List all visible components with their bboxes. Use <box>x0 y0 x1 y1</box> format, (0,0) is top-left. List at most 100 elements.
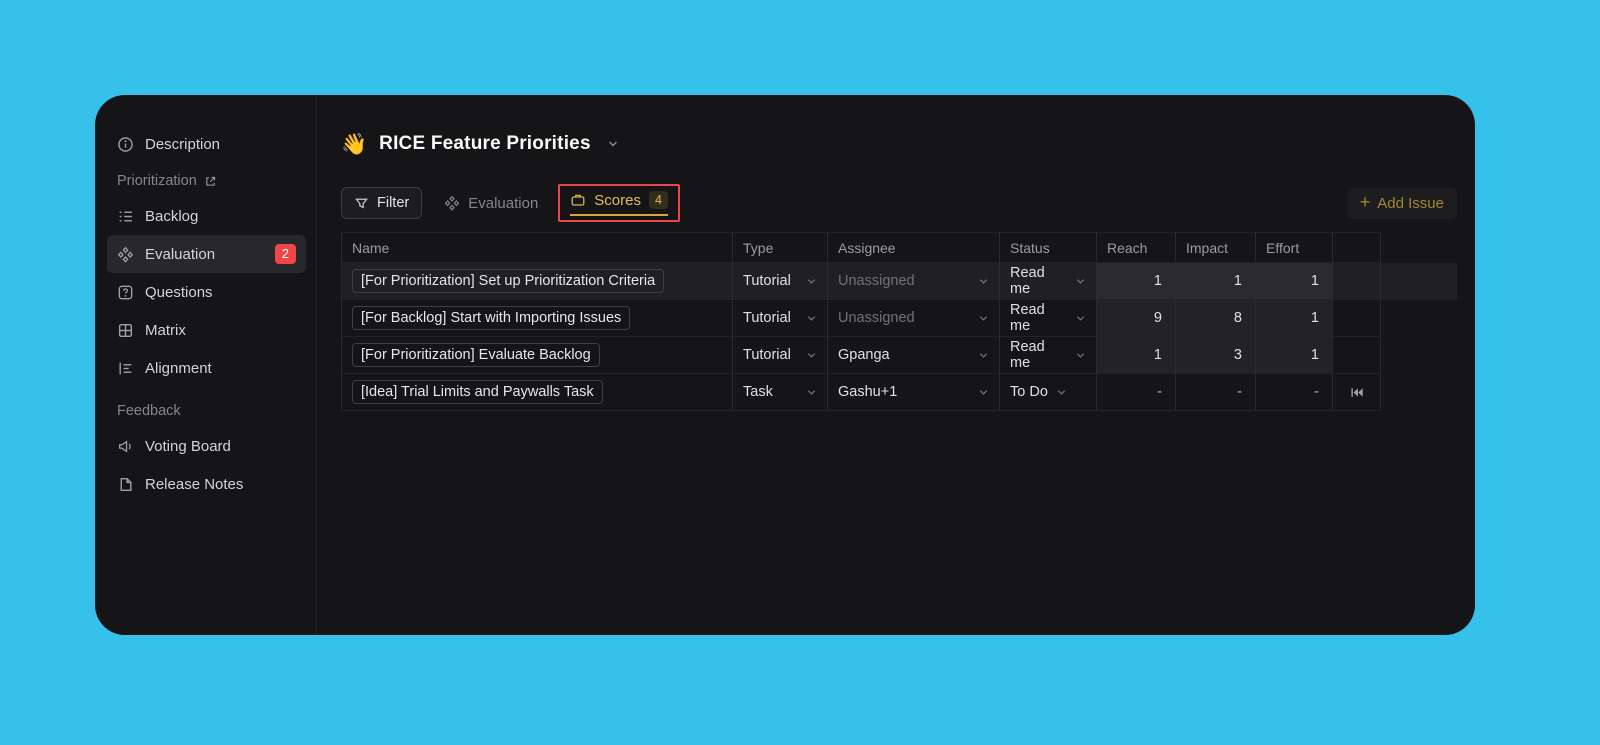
sidebar-item-matrix[interactable]: Matrix <box>107 311 306 349</box>
external-link-icon <box>204 175 217 188</box>
title-chevron-down-icon[interactable] <box>607 138 619 150</box>
chevron-down-icon <box>1056 387 1067 398</box>
chevron-down-icon <box>978 276 989 287</box>
type-value: Tutorial <box>743 273 791 289</box>
sidebar-item-description[interactable]: Description <box>107 125 306 163</box>
table-row: [For Prioritization] Set up Prioritizati… <box>341 263 1457 300</box>
evaluation-count-badge: 2 <box>275 244 296 264</box>
sidebar-item-label: Alignment <box>145 360 212 377</box>
tab-evaluation[interactable]: Evaluation <box>444 195 538 212</box>
issue-name-field[interactable]: [For Backlog] Start with Importing Issue… <box>352 306 630 330</box>
col-status-header: Status <box>1000 232 1097 263</box>
filter-button[interactable]: Filter <box>341 187 422 219</box>
chevron-down-icon <box>978 387 989 398</box>
chevron-down-icon <box>806 313 817 324</box>
sidebar-item-label: Description <box>145 136 220 153</box>
name-cell: [For Prioritization] Set up Prioritizati… <box>341 263 733 300</box>
type-select[interactable]: Tutorial <box>733 337 828 374</box>
impact-cell[interactable]: - <box>1176 374 1256 411</box>
chevron-down-icon <box>806 387 817 398</box>
assignee-select[interactable]: Gashu+1 <box>828 374 1000 411</box>
reach-cell[interactable]: 1 <box>1097 263 1176 300</box>
evaluation-diamonds-icon <box>444 195 460 211</box>
megaphone-icon <box>117 438 134 455</box>
sidebar-item-label: Matrix <box>145 322 186 339</box>
effort-cell[interactable]: 1 <box>1256 300 1333 337</box>
sidebar-item-release-notes[interactable]: Release Notes <box>107 465 306 503</box>
filter-funnel-icon <box>354 196 369 211</box>
add-issue-button[interactable]: + Add Issue <box>1347 188 1457 219</box>
status-select[interactable]: Read me <box>1000 337 1097 374</box>
impact-cell[interactable]: 3 <box>1176 337 1256 374</box>
chevron-down-icon <box>1075 350 1086 361</box>
question-icon <box>117 284 134 301</box>
row-spacer <box>1381 374 1457 411</box>
status-value: Read me <box>1010 265 1067 297</box>
impact-cell[interactable]: 1 <box>1176 263 1256 300</box>
skip-to-start-icon[interactable] <box>1348 384 1365 401</box>
alignment-icon <box>117 360 134 377</box>
status-select[interactable]: Read me <box>1000 300 1097 337</box>
issue-name-field[interactable]: [For Prioritization] Set up Prioritizati… <box>352 269 664 293</box>
issue-name-field[interactable]: [Idea] Trial Limits and Paywalls Task <box>352 380 603 404</box>
reach-cell[interactable]: 1 <box>1097 337 1176 374</box>
col-type-header: Type <box>733 232 828 263</box>
type-select[interactable]: Tutorial <box>733 300 828 337</box>
status-select[interactable]: To Do <box>1000 374 1097 411</box>
type-value: Task <box>743 384 773 400</box>
col-actions-header <box>1333 232 1381 263</box>
row-actions-cell <box>1333 374 1381 411</box>
tab-evaluation-label: Evaluation <box>468 195 538 212</box>
effort-cell[interactable]: - <box>1256 374 1333 411</box>
type-value: Tutorial <box>743 347 791 363</box>
row-actions-cell <box>1333 300 1381 337</box>
impact-cell[interactable]: 8 <box>1176 300 1256 337</box>
tab-scores[interactable]: Scores 4 <box>570 191 668 216</box>
type-select[interactable]: Task <box>733 374 828 411</box>
sidebar-item-label: Voting Board <box>145 438 231 455</box>
reach-cell[interactable]: 9 <box>1097 300 1176 337</box>
chevron-down-icon <box>806 276 817 287</box>
grid-icon <box>117 322 134 339</box>
assignee-value: Gpanga <box>838 347 890 363</box>
col-assignee-header: Assignee <box>828 232 1000 263</box>
effort-cell[interactable]: 1 <box>1256 337 1333 374</box>
name-cell: [Idea] Trial Limits and Paywalls Task <box>341 374 733 411</box>
status-select[interactable]: Read me <box>1000 263 1097 300</box>
assignee-select[interactable]: Unassigned <box>828 300 1000 337</box>
page-title: RICE Feature Priorities <box>379 133 591 155</box>
sidebar-item-backlog[interactable]: Backlog <box>107 197 306 235</box>
sidebar-section-feedback: Feedback <box>107 395 306 427</box>
tab-scores-label: Scores <box>594 192 641 209</box>
sidebar-item-questions[interactable]: Questions <box>107 273 306 311</box>
row-spacer <box>1381 337 1457 374</box>
reach-cell[interactable]: - <box>1097 374 1176 411</box>
briefcase-icon <box>570 192 586 208</box>
toolbar: Filter Evaluation Scores 4 + <box>341 184 1457 222</box>
col-name-header: Name <box>341 232 733 263</box>
info-icon <box>117 136 134 153</box>
sidebar-section-prioritization[interactable]: Prioritization <box>107 165 306 197</box>
table-row: [Idea] Trial Limits and Paywalls Task Ta… <box>341 374 1457 411</box>
effort-cell[interactable]: 1 <box>1256 263 1333 300</box>
header-spacer <box>1381 232 1457 263</box>
document-icon <box>117 476 134 493</box>
sidebar-item-label: Questions <box>145 284 213 301</box>
table-row: [For Prioritization] Evaluate Backlog Tu… <box>341 337 1457 374</box>
status-value: Read me <box>1010 302 1067 334</box>
assignee-select[interactable]: Gpanga <box>828 337 1000 374</box>
row-actions-cell <box>1333 337 1381 374</box>
sidebar-item-label: Release Notes <box>145 476 243 493</box>
type-select[interactable]: Tutorial <box>733 263 828 300</box>
col-effort-header: Effort <box>1256 232 1333 263</box>
filter-button-label: Filter <box>377 195 409 211</box>
sidebar-item-alignment[interactable]: Alignment <box>107 349 306 387</box>
sidebar-item-voting-board[interactable]: Voting Board <box>107 427 306 465</box>
chevron-down-icon <box>806 350 817 361</box>
status-value: Read me <box>1010 339 1067 371</box>
issue-name-field[interactable]: [For Prioritization] Evaluate Backlog <box>352 343 600 367</box>
chevron-down-icon <box>978 350 989 361</box>
sidebar-item-evaluation[interactable]: Evaluation 2 <box>107 235 306 273</box>
assignee-select[interactable]: Unassigned <box>828 263 1000 300</box>
assignee-value: Gashu+1 <box>838 384 897 400</box>
